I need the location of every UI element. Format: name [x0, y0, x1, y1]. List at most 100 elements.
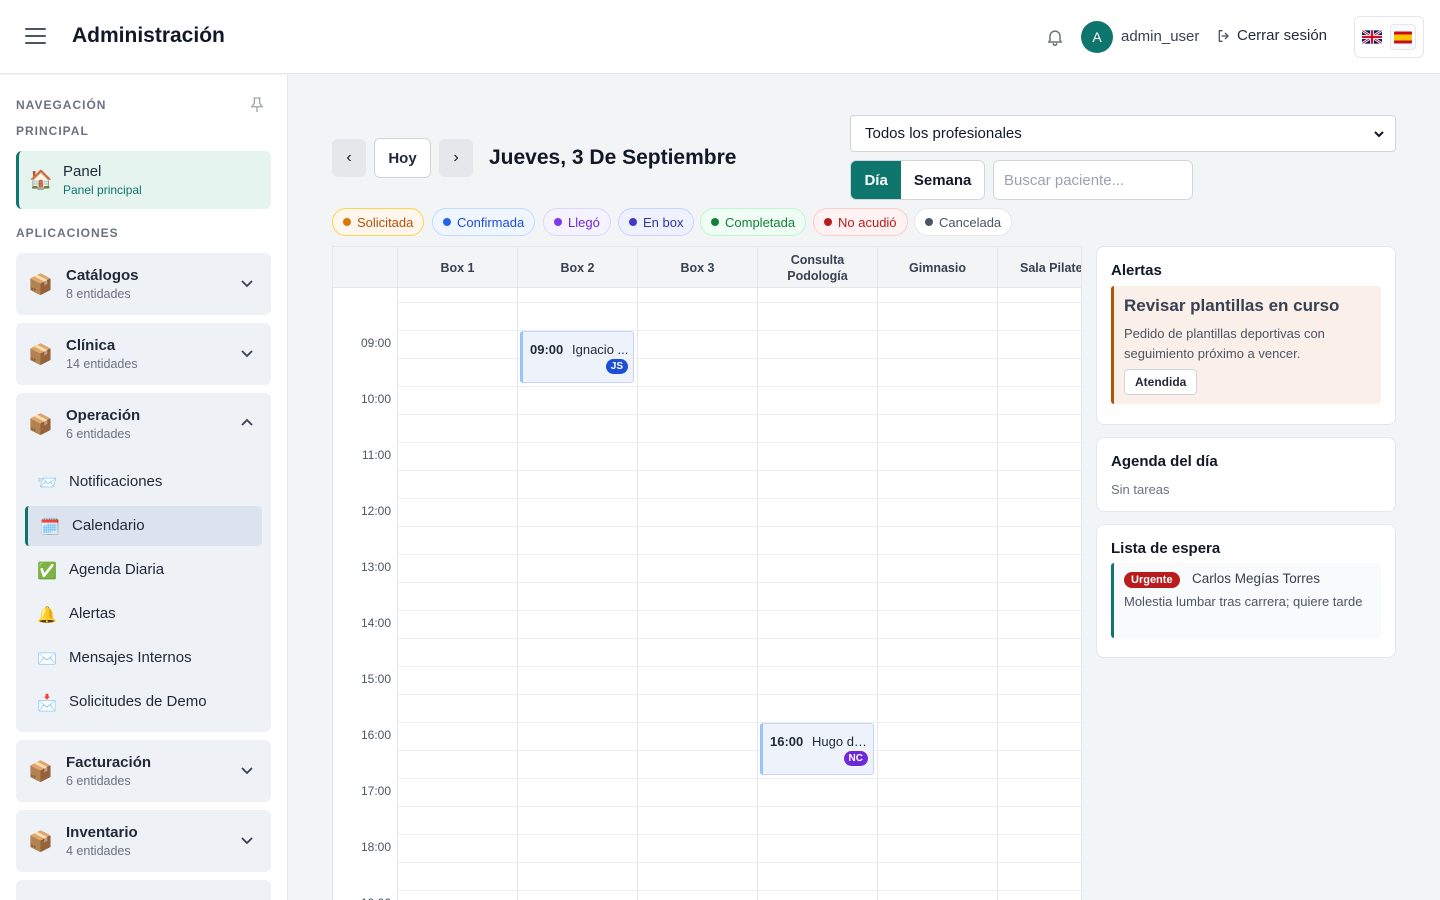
avatar[interactable]: A	[1081, 21, 1113, 53]
package-icon: 📦	[28, 344, 53, 366]
sidebar-group-facturacion[interactable]: 📦 Facturación 6 entidades	[16, 740, 271, 802]
status-chip[interactable]: Completada	[700, 208, 807, 236]
sidebar-item-calendario[interactable]: 🗓️ Calendario	[25, 506, 262, 546]
status-chip-label: Llegó	[568, 214, 600, 230]
app-title: Administración	[72, 24, 225, 47]
sidebar-item-label: Alertas	[69, 605, 116, 622]
group-label: Catálogos	[66, 267, 139, 284]
group-count: 6 entidades	[66, 427, 131, 441]
status-dot-icon	[711, 218, 719, 226]
group-count: 14 entidades	[66, 357, 138, 371]
appointment-card[interactable]: 16:00 Hugo de... NC	[760, 723, 874, 775]
time-label: 16:00	[360, 728, 391, 742]
alert-attended-button[interactable]: Atendida	[1124, 369, 1198, 395]
status-chip[interactable]: No acudió	[813, 208, 908, 236]
time-label: 17:00	[360, 784, 391, 798]
waitlist-patient-name: Carlos Megías Torres	[1192, 571, 1321, 586]
package-icon: 📦	[28, 274, 53, 296]
group-count: 8 entidades	[66, 287, 131, 301]
alert-item: Revisar plantillas en curso Pedido de pl…	[1111, 286, 1381, 404]
top-bar: Administración A admin_user Cerrar sesió…	[0, 0, 1440, 74]
alerts-card: Alertas Revisar plantillas en curso Pedi…	[1096, 246, 1396, 425]
waitlist-card: Lista de espera Urgente Carlos Megías To…	[1096, 524, 1396, 658]
time-label: 12:00	[360, 504, 391, 518]
spanish-flag-button[interactable]	[1390, 24, 1416, 50]
time-label: 09:00	[360, 336, 391, 350]
sidebar-item-panel[interactable]: 🏠 Panel Panel principal	[16, 151, 271, 209]
sidebar-group-partial[interactable]	[16, 880, 271, 900]
patient-search-input[interactable]	[993, 160, 1193, 200]
group-label: Facturación	[66, 754, 152, 771]
inbox-icon: 📩	[37, 695, 57, 712]
waitlist-item[interactable]: Urgente Carlos Megías Torres Molestia lu…	[1111, 563, 1381, 638]
status-chip-label: Completada	[725, 214, 796, 230]
grid-lines	[397, 288, 1081, 900]
menu-icon[interactable]	[25, 28, 46, 44]
sidebar-group-operacion[interactable]: 📦 Operación 6 entidades	[16, 393, 271, 455]
spain-flag-icon	[1394, 31, 1412, 43]
appointment-time: 16:00	[770, 734, 804, 749]
group-label: Inventario	[66, 824, 138, 841]
status-dot-icon	[925, 218, 933, 226]
agenda-empty-text: Sin tareas	[1111, 482, 1170, 497]
status-chip[interactable]: Confirmada	[432, 208, 536, 236]
sidebar-item-notificaciones[interactable]: 📨 Notificaciones	[25, 462, 262, 502]
time-label: 10:00	[360, 392, 391, 406]
pin-icon[interactable]	[250, 97, 264, 113]
sidebar-group-clinica[interactable]: 📦 Clínica 14 entidades	[16, 323, 271, 385]
chevron-up-icon	[241, 418, 253, 426]
status-chip[interactable]: Llegó	[543, 208, 611, 236]
uk-flag-icon[interactable]	[1362, 30, 1382, 44]
sidebar-item-label: Notificaciones	[69, 473, 163, 490]
alert-title: Revisar plantillas en curso	[1124, 296, 1340, 315]
package-icon: 📦	[28, 414, 53, 436]
calendar-icon: 🗓️	[40, 519, 60, 536]
status-chip[interactable]: Solicitada	[332, 208, 425, 236]
sidebar-group-inventario[interactable]: 📦 Inventario 4 entidades	[16, 810, 271, 872]
appointment-patient: Ignacio ...	[572, 342, 629, 357]
time-label: 15:00	[360, 672, 391, 686]
view-day-button[interactable]: Día	[851, 161, 902, 199]
next-day-button[interactable]: ›	[439, 139, 473, 177]
group-label: Operación	[66, 407, 141, 424]
bell-icon[interactable]	[1045, 27, 1065, 47]
status-chip-label: Solicitada	[357, 214, 414, 230]
status-chip[interactable]: En box	[618, 208, 695, 236]
status-chip-label: En box	[643, 214, 684, 230]
envelope-icon: ✉️	[37, 651, 57, 668]
package-icon: 📦	[28, 761, 53, 783]
sidebar-item-label: Mensajes Internos	[69, 649, 192, 666]
view-week-button[interactable]: Semana	[901, 161, 984, 199]
sidebar-item-agenda-diaria[interactable]: ✅ Agenda Diaria	[25, 550, 262, 590]
professional-badge: NC	[843, 751, 868, 766]
panel-label: Panel	[63, 163, 102, 180]
prev-day-button[interactable]: ‹	[332, 139, 366, 177]
today-button[interactable]: Hoy	[374, 138, 431, 178]
professional-select[interactable]: Todos los profesionales	[850, 115, 1396, 152]
view-toggle: Día Semana	[850, 160, 985, 200]
sidebar-item-mensajes-internos[interactable]: ✉️ Mensajes Internos	[25, 638, 262, 678]
panel-sublabel: Panel principal	[63, 183, 142, 197]
nav-section-title-line2: PRINCIPAL	[16, 124, 89, 138]
sidebar-item-solicitudes-demo[interactable]: 📩 Solicitudes de Demo	[25, 682, 262, 722]
bell-icon: 🔔	[37, 607, 57, 624]
logout-button[interactable]: Cerrar sesión	[1216, 27, 1327, 44]
appointment-card[interactable]: 09:00 Ignacio ... JS	[520, 331, 634, 383]
sidebar-group-catalogos[interactable]: 📦 Catálogos 8 entidades	[16, 253, 271, 315]
group-count: 4 entidades	[66, 844, 131, 858]
incoming-envelope-icon: 📨	[37, 475, 57, 492]
time-label: 18:00	[360, 840, 391, 854]
time-label: 11:00	[361, 448, 391, 462]
status-dot-icon	[343, 218, 351, 226]
sidebar-item-alertas[interactable]: 🔔 Alertas	[25, 594, 262, 634]
alert-description: Pedido de plantillas deportivas con segu…	[1124, 326, 1325, 361]
status-chip-label: Confirmada	[457, 214, 525, 230]
agenda-card-title: Agenda del día	[1111, 453, 1218, 470]
status-chip[interactable]: Cancelada	[914, 208, 1013, 236]
username[interactable]: admin_user	[1121, 28, 1199, 45]
waitlist-card-title: Lista de espera	[1111, 540, 1221, 557]
status-dot-icon	[824, 218, 832, 226]
priority-badge: Urgente	[1124, 572, 1180, 588]
status-dot-icon	[554, 218, 562, 226]
calendar-grid: Box 1 Box 2 Box 3 Consulta Podología Gimnasi…	[332, 246, 1082, 900]
